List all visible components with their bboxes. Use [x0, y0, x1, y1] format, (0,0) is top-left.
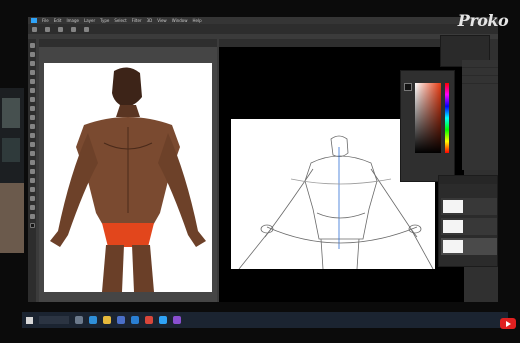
layer-row[interactable]	[441, 218, 497, 235]
zoom-tool-icon[interactable]	[29, 214, 35, 219]
menu-view[interactable]: View	[157, 17, 167, 24]
mode-dropdown[interactable]	[45, 26, 50, 32]
edge-icon[interactable]	[89, 316, 97, 324]
path-select-tool-icon[interactable]	[29, 187, 35, 192]
file-explorer-icon[interactable]	[103, 316, 111, 324]
proko-logo-text: Proko	[457, 10, 509, 30]
windows-start-icon[interactable]	[26, 316, 33, 324]
reference-document-window	[39, 39, 217, 302]
layer-row[interactable]	[441, 198, 497, 215]
layers-panel	[438, 175, 498, 267]
brush-tool-icon[interactable]	[29, 106, 35, 111]
photoshop-taskbar-icon[interactable]	[159, 316, 167, 324]
pen-tool-icon[interactable]	[29, 169, 35, 174]
dock-row[interactable]	[462, 60, 498, 68]
tools-panel	[28, 39, 36, 302]
menu-layer[interactable]: Layer	[84, 17, 95, 24]
crop-tool-icon[interactable]	[29, 79, 35, 84]
layers-panel-header	[439, 176, 497, 184]
brush-preset-icon[interactable]	[32, 26, 37, 32]
channels-row[interactable]	[441, 50, 489, 57]
layer-thumbnail	[443, 240, 463, 253]
blur-tool-icon[interactable]	[29, 151, 35, 156]
task-view-icon[interactable]	[75, 316, 83, 324]
hand-tool-icon[interactable]	[29, 205, 35, 210]
reference-document-tab[interactable]	[39, 39, 217, 47]
saturation-brightness-field[interactable]	[415, 83, 441, 153]
sketch-document-tab[interactable]	[219, 39, 464, 47]
reference-photo	[44, 63, 212, 292]
current-color-swatch[interactable]	[404, 83, 412, 91]
hue-slider[interactable]	[445, 83, 449, 153]
eyedropper-tool-icon[interactable]	[29, 88, 35, 93]
menu-edit[interactable]: Edit	[54, 17, 62, 24]
chrome-icon[interactable]	[145, 316, 153, 324]
media-icon[interactable]	[173, 316, 181, 324]
menu-select[interactable]: Select	[114, 17, 126, 24]
layer-thumbnail	[443, 200, 463, 213]
eraser-tool-icon[interactable]	[29, 133, 35, 138]
quick-select-tool-icon[interactable]	[29, 70, 35, 75]
menu-file[interactable]: File	[42, 17, 49, 24]
reference-photo-figure	[50, 67, 206, 292]
dodge-tool-icon[interactable]	[29, 160, 35, 165]
opacity-field[interactable]	[58, 26, 63, 32]
menu-3d[interactable]: 3D	[147, 17, 153, 24]
layer-row-selected[interactable]	[441, 238, 497, 255]
store-icon[interactable]	[117, 316, 125, 324]
right-panel-dock	[462, 60, 498, 170]
dock-row[interactable]	[462, 68, 498, 76]
screen: File Edit Image Layer Type Select Filter…	[0, 0, 520, 343]
webcam-person	[0, 183, 24, 253]
shape-tool-icon[interactable]	[29, 196, 35, 201]
options-bar	[28, 24, 498, 34]
youtube-icon	[500, 318, 516, 329]
healing-tool-icon[interactable]	[29, 97, 35, 102]
lasso-tool-icon[interactable]	[29, 61, 35, 66]
proko-logo: Proko	[451, 6, 515, 34]
windows-taskbar	[22, 312, 508, 328]
type-tool-icon[interactable]	[29, 178, 35, 183]
taskbar-search-box[interactable]	[39, 316, 69, 324]
gradient-tool-icon[interactable]	[29, 142, 35, 147]
webcam-background	[2, 98, 20, 128]
menu-window[interactable]: Window	[172, 17, 188, 24]
smoothing-field[interactable]	[84, 26, 89, 32]
webcam-background	[2, 138, 20, 162]
menu-bar: File Edit Image Layer Type Select Filter…	[28, 17, 498, 24]
menu-filter[interactable]: Filter	[132, 17, 142, 24]
adjustments-row[interactable]	[441, 43, 489, 50]
foreground-color-swatch[interactable]	[29, 223, 35, 228]
webcam-overlay	[0, 88, 24, 253]
dock-row[interactable]	[462, 76, 498, 84]
menu-help[interactable]: Help	[192, 17, 201, 24]
photoshop-logo-icon	[31, 18, 37, 23]
properties-row[interactable]	[441, 36, 489, 43]
layer-thumbnail	[443, 220, 463, 233]
menu-type[interactable]: Type	[100, 17, 109, 24]
move-tool-icon[interactable]	[29, 43, 35, 48]
color-panel	[400, 70, 455, 182]
menu-image[interactable]: Image	[66, 17, 79, 24]
stamp-tool-icon[interactable]	[29, 115, 35, 120]
marquee-tool-icon[interactable]	[29, 52, 35, 57]
mail-icon[interactable]	[131, 316, 139, 324]
history-brush-tool-icon[interactable]	[29, 124, 35, 129]
flow-field[interactable]	[71, 26, 76, 32]
color-panel-tab[interactable]	[401, 71, 454, 75]
